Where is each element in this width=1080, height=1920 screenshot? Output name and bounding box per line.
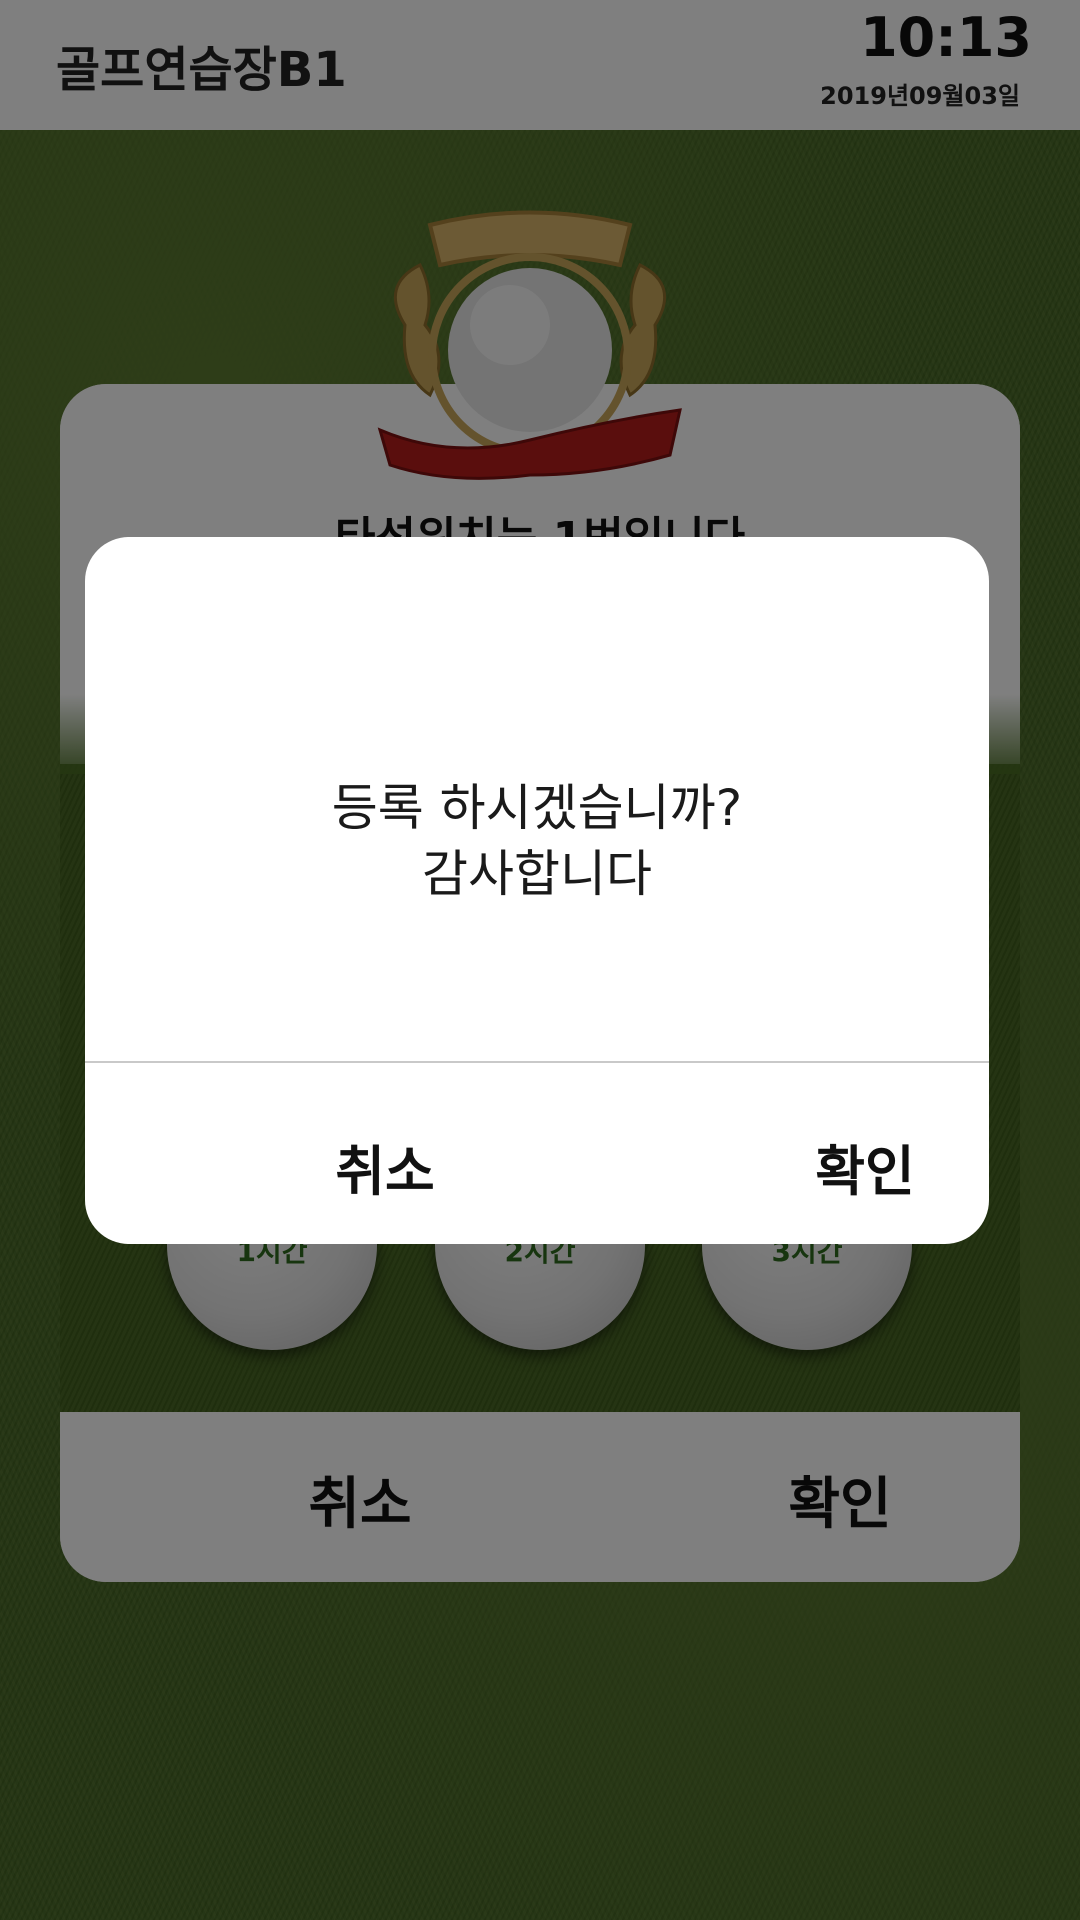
- dialog-message: 등록 하시겠습니까? 감사합니다: [85, 775, 989, 907]
- dialog-confirm-button[interactable]: 확인: [715, 1127, 989, 1206]
- dialog-divider: [85, 1061, 989, 1063]
- dialog-message-line1: 등록 하시겠습니까?: [331, 779, 743, 837]
- dialog-cancel-button[interactable]: 취소: [235, 1127, 535, 1206]
- dialog-message-line2: 감사합니다: [422, 845, 652, 903]
- confirm-dialog: 등록 하시겠습니까? 감사합니다 취소 확인: [85, 537, 989, 1244]
